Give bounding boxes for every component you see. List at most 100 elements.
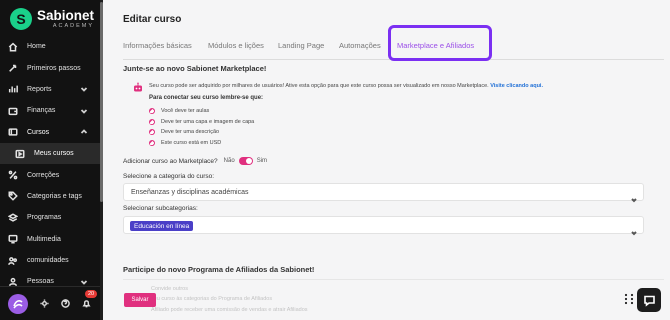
brand-swirl-icon xyxy=(13,299,23,309)
brand-logo[interactable]: S Sabionet ACADEMY xyxy=(10,8,94,30)
sidebar-item-label: Correções xyxy=(27,171,60,179)
sidebar-item-label: Reports xyxy=(27,85,52,93)
subcategory-label: Selecionar subcategorias: xyxy=(123,205,198,212)
tab-modulos-licoes[interactable]: Módulos e lições xyxy=(208,41,264,50)
sidebar-item-label: Meus cursos xyxy=(34,150,74,158)
home-icon xyxy=(7,41,19,53)
sidebar-item-home[interactable]: Home xyxy=(0,36,100,57)
category-value: Enseñanzas y disciplinas académicas xyxy=(131,189,249,196)
logo-icon: S xyxy=(10,8,32,30)
monitor-icon xyxy=(7,233,19,245)
community-icon xyxy=(7,255,19,267)
category-select[interactable]: Enseñanzas y disciplinas académicas xyxy=(123,183,644,203)
category-label: Selecione a categoria do curso: xyxy=(123,173,215,180)
affiliates-text-line: seu curso às categorias do Programa de A… xyxy=(151,296,273,302)
chat-icon xyxy=(643,295,655,307)
help-icon[interactable] xyxy=(60,299,70,309)
check-circle-icon xyxy=(149,118,155,125)
info-text: Seu curso pode ser adquirido por milhare… xyxy=(149,83,489,89)
chat-button[interactable] xyxy=(637,288,661,312)
affiliates-section: Convide outros seu curso às categorias d… xyxy=(123,279,664,320)
sidebar-item-financas[interactable]: Finanças xyxy=(0,100,100,121)
toggle-no-label: Não xyxy=(223,158,235,164)
tab-landing-page[interactable]: Landing Page xyxy=(278,41,324,50)
check-circle-icon xyxy=(149,129,155,136)
marketplace-heading: Junte-se ao novo Sabionet Marketplace! xyxy=(123,64,267,73)
sidebar-item-label: comunidades xyxy=(27,257,69,265)
toggle-knob xyxy=(245,158,252,164)
marketplace-toggle-row: Adicionar curso ao Marketplace? Não Sim xyxy=(123,157,267,165)
tab-informacoes-basicas[interactable]: Informações básicas xyxy=(123,41,192,50)
tag-icon xyxy=(7,190,19,202)
tab-highlight-annotation xyxy=(388,25,492,61)
wallet-icon xyxy=(7,105,19,117)
toggle-yes-label: Sim xyxy=(256,158,268,164)
chevron-down-icon xyxy=(80,107,88,115)
marketplace-toggle-label: Adicionar curso ao Marketplace? xyxy=(123,157,218,165)
affiliates-text-line: Afiliado pode receber uma comissão de ve… xyxy=(151,307,308,313)
sidebar-item-primeiros-passos[interactable]: Primeiros passos xyxy=(0,57,100,78)
subcategory-chip[interactable]: Educación en línea xyxy=(130,221,194,231)
sidebar-item-label: Finanças xyxy=(27,107,56,115)
sidebar-item-label: Cursos xyxy=(27,128,50,136)
sidebar-item-correcoes[interactable]: Correções xyxy=(0,164,100,185)
rocket-icon xyxy=(7,62,19,74)
marketplace-toggle[interactable] xyxy=(238,157,253,165)
save-button[interactable]: Salvar xyxy=(124,293,156,307)
sidebar-item-label: Pessoas xyxy=(27,278,54,286)
sidebar-nav: Home Primeiros passos Reports Finanças C… xyxy=(0,36,100,293)
course-icon xyxy=(7,126,19,138)
requirement-text: Deve ter uma capa e imagem de capa xyxy=(161,118,255,125)
requirement-text: Este curso está em USD xyxy=(161,139,222,146)
requirements-list: Você deve ter aulas Deve ter uma capa e … xyxy=(149,106,254,148)
requirements-title: Para conectar seu curso lembre-se que: xyxy=(149,95,264,101)
sidebar-item-meus-cursos[interactable]: Meus cursos xyxy=(0,142,100,165)
main-content: Editar curso Informações básicas Módulos… xyxy=(103,0,670,320)
chevron-down-icon xyxy=(80,85,88,93)
sidebar-item-categorias[interactable]: Categorias e tags xyxy=(0,186,100,207)
sidebar-footer: 20 xyxy=(0,286,100,320)
check-circle-icon xyxy=(149,139,155,146)
marketplace-visit-link[interactable]: Visite clicando aqui. xyxy=(490,83,543,89)
tab-automacoes[interactable]: Automações xyxy=(339,41,381,50)
percent-icon xyxy=(7,169,19,181)
drag-handle-icon[interactable] xyxy=(624,293,634,305)
sidebar: S Sabionet ACADEMY Home Primeiros passos… xyxy=(0,0,102,320)
list-item: Deve ter uma descrição xyxy=(149,127,254,138)
chevron-down-icon xyxy=(80,278,88,286)
list-item: Deve ter uma capa e imagem de capa xyxy=(149,117,254,128)
sidebar-item-label: Primeiros passos xyxy=(27,64,81,72)
sidebar-item-label: Programas xyxy=(27,214,62,222)
brand-name: Sabionet xyxy=(37,8,95,23)
sidebar-item-programas[interactable]: Programas xyxy=(0,207,100,228)
marketplace-info-text: Seu curso pode ser adquirido por milhare… xyxy=(149,83,543,89)
sidebar-item-comunidades[interactable]: comunidades xyxy=(0,250,100,271)
affiliates-text-line: Convide outros xyxy=(151,286,188,292)
sidebar-item-multimedia[interactable]: Multimedia xyxy=(0,229,100,250)
avatar[interactable] xyxy=(8,293,28,314)
page-title: Editar curso xyxy=(123,14,182,25)
sidebar-item-label: Home xyxy=(27,43,46,51)
robot-icon xyxy=(132,81,144,93)
notification-badge: 20 xyxy=(85,289,98,298)
sidebar-item-label: Categorias e tags xyxy=(27,192,82,200)
list-item: Você deve ter aulas xyxy=(149,106,254,117)
affiliates-heading: Participe do novo Programa de Afiliados … xyxy=(123,265,315,274)
bell-icon[interactable]: 20 xyxy=(81,289,98,309)
chevron-up-icon xyxy=(80,128,88,136)
check-circle-icon xyxy=(149,108,155,115)
play-icon xyxy=(14,148,26,160)
requirement-text: Deve ter uma descrição xyxy=(161,129,220,136)
chevron-down-icon xyxy=(631,190,637,203)
reports-icon xyxy=(7,83,19,95)
list-item: Este curso está em USD xyxy=(149,138,254,149)
layers-icon xyxy=(7,212,19,224)
sidebar-item-label: Multimedia xyxy=(27,235,61,243)
sidebar-item-cursos[interactable]: Cursos xyxy=(0,122,100,143)
subcategory-select[interactable]: Educación en línea xyxy=(123,216,644,236)
brand-sub: ACADEMY xyxy=(52,22,95,29)
settings-icon[interactable] xyxy=(39,299,49,309)
chevron-down-icon xyxy=(631,223,637,236)
requirement-text: Você deve ter aulas xyxy=(161,108,210,115)
sidebar-item-reports[interactable]: Reports xyxy=(0,79,100,100)
